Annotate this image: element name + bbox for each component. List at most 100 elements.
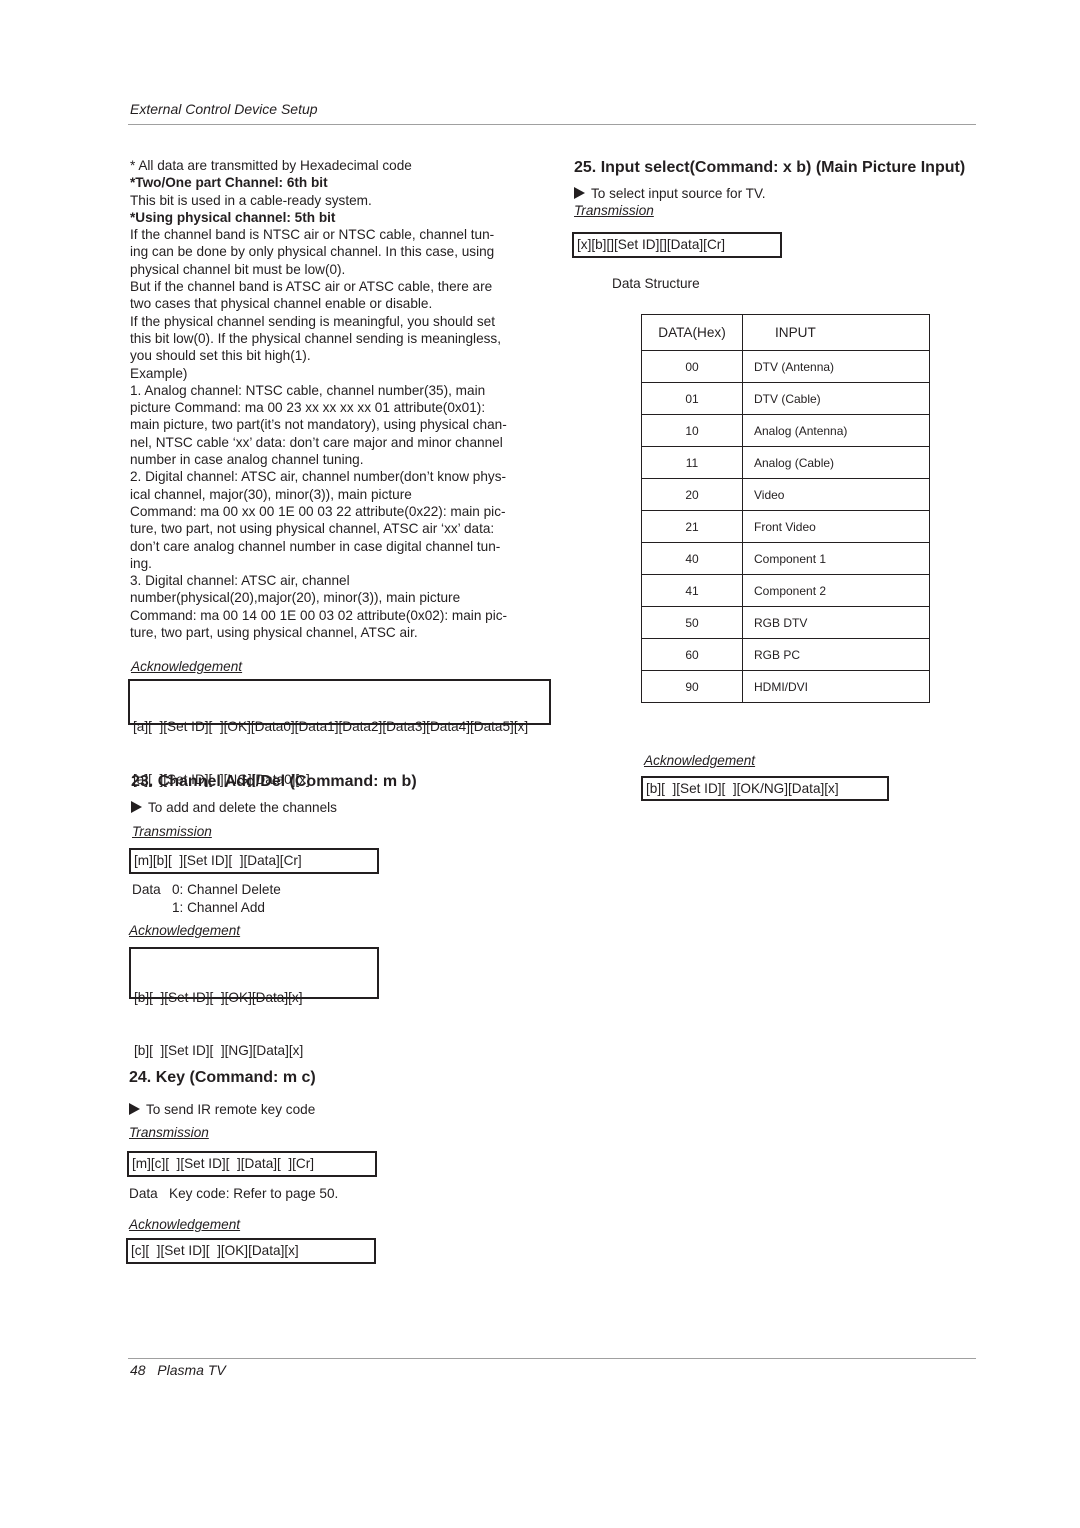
cell-input-name: Component 2 [742, 574, 930, 607]
section-23-ack-label: Acknowledgement [129, 923, 241, 938]
ack-box-intro: [a][ ][Set ID][ ][OK][Data0][Data1][Data… [128, 679, 551, 787]
table-row: 11 Analog (Cable) [641, 446, 930, 479]
section-23-ack-box: [b][ ][Set ID][ ][OK][Data][x] [b][ ][Se… [129, 947, 379, 1058]
intro-line: This bit is used in a cable-ready system… [130, 192, 372, 208]
section-25-transmission-box: [x][b][][Set ID][][Data][Cr] [572, 232, 782, 258]
header-divider [128, 124, 976, 125]
cell-hex-code: 11 [641, 446, 743, 479]
intro-text: * All data are transmitted by Hexadecima… [130, 157, 550, 641]
intro-line: ing. [130, 555, 152, 571]
intro-line: physical channel bit must be low(0). [130, 261, 346, 277]
cell-input-name: Video [742, 478, 930, 511]
intro-line: number(physical(20),major(20), minor(3))… [130, 590, 461, 606]
arrow-right-icon [574, 187, 585, 199]
cell-hex-code: 21 [641, 510, 743, 543]
cell-hex-code: 01 [641, 382, 743, 415]
cell-input-name: RGB PC [742, 638, 930, 671]
cell-input-name: Analog (Cable) [742, 446, 930, 479]
intro-line: don’t care analog channel number in case… [130, 538, 501, 554]
intro-line: * All data are transmitted by Hexadecima… [130, 158, 412, 173]
section-23-data-value-0: 0: Channel Delete [172, 882, 281, 897]
section-25-data-structure-label: Data Structure [612, 276, 700, 291]
page-footer: 48 Plasma TV [130, 1362, 226, 1378]
footer-divider [128, 1358, 976, 1359]
intro-line: two cases that physical channel enable o… [130, 296, 433, 312]
cell-input-name: Component 1 [742, 542, 930, 575]
intro-line: If the physical channel sending is meani… [130, 313, 495, 329]
section-23-transmission-label: Transmission [132, 824, 212, 839]
intro-subheading: *Two/One part Channel: 6th bit [130, 175, 328, 191]
intro-line: you should set this bit high(1). [130, 348, 311, 364]
table-row: 00 DTV (Antenna) [641, 350, 930, 383]
section-23-ack-ok: [b][ ][Set ID][ ][OK][Data][x] [134, 990, 303, 1005]
cell-hex-code: 00 [641, 350, 743, 383]
footer-title: Plasma TV [157, 1362, 226, 1378]
table-row: 50 RGB DTV [641, 606, 930, 639]
ack-label-intro: Acknowledgement [131, 659, 243, 674]
section-24-transmission-label: Transmission [129, 1125, 209, 1140]
section-24-title: 24. Key (Command: m c) [129, 1069, 316, 1086]
section-23-desc: To add and delete the channels [131, 800, 337, 815]
intro-line: ture, two part, not using physical chann… [130, 521, 495, 537]
cell-input-name: Analog (Antenna) [742, 414, 930, 447]
cell-hex-code: 40 [641, 542, 743, 575]
section-23-title: 23. Channel Add/Del (Command: m b) [131, 773, 417, 790]
intro-line: ing can be done by only physical channel… [130, 244, 495, 260]
intro-line: this bit low(0). If the physical channel… [130, 330, 502, 346]
intro-line: ture, two part, using physical channel, … [130, 625, 418, 641]
table-row: 41 Component 2 [641, 574, 930, 607]
intro-line: Example) [130, 365, 188, 381]
section-23-data-value-1: 1: Channel Add [172, 900, 265, 915]
ack-line-ok: [a][ ][Set ID][ ][OK][Data0][Data1][Data… [133, 719, 529, 734]
table-row: 21 Front Video [641, 510, 930, 543]
table-header-row: DATA(Hex) INPUT [641, 314, 930, 351]
column-header-data-hex: DATA(Hex) [641, 314, 743, 351]
cell-input-name: HDMI/DVI [742, 670, 930, 703]
table-row: 10 Analog (Antenna) [641, 414, 930, 447]
cell-hex-code: 20 [641, 478, 743, 511]
section-23-data-label: Data [132, 882, 161, 897]
cell-hex-code: 10 [641, 414, 743, 447]
cell-input-name: RGB DTV [742, 606, 930, 639]
page-number: 48 [130, 1362, 146, 1378]
cell-hex-code: 50 [641, 606, 743, 639]
cell-hex-code: 90 [641, 670, 743, 703]
section-23-ack-ng: [b][ ][Set ID][ ][NG][Data][x] [134, 1042, 304, 1058]
column-header-input: INPUT [742, 314, 930, 351]
cell-input-name: Front Video [742, 510, 930, 543]
intro-subheading: *Using physical channel: 5th bit [130, 209, 336, 225]
input-data-table: DATA(Hex) INPUT 00 DTV (Antenna) 01 DTV (Cabl… [641, 314, 930, 703]
section-25-transmission-label: Transmission [574, 203, 654, 218]
intro-line: 2. Digital channel: ATSC air, channel nu… [130, 469, 507, 485]
intro-line: Command: ma 00 14 00 1E 00 03 02 attribu… [130, 607, 508, 623]
arrow-right-icon [129, 1103, 140, 1115]
section-24-data-line: Data Key code: Refer to page 50. [129, 1186, 339, 1201]
intro-line: 3. Digital channel: ATSC air, channel [130, 573, 350, 589]
section-23-transmission-box: [m][b][ ][Set ID][ ][Data][Cr] [129, 848, 379, 874]
section-23-desc-text: To add and delete the channels [148, 800, 337, 815]
intro-line: main picture, two part(it’s not mandator… [130, 417, 507, 433]
arrow-right-icon [131, 801, 142, 813]
intro-line: nel, NTSC cable ‘xx’ data: don’t care ma… [130, 434, 503, 450]
table-row: 20 Video [641, 478, 930, 511]
intro-line: But if the channel band is ATSC air or A… [130, 279, 493, 295]
section-24-transmission-box: [m][c][ ][Set ID][ ][Data][ ][Cr] [127, 1151, 377, 1177]
cell-hex-code: 41 [641, 574, 743, 607]
section-25-title: 25. Input select(Command: x b) (Main Pic… [574, 159, 966, 176]
section-24-ack-box: [c][ ][Set ID][ ][OK][Data][x] [126, 1238, 376, 1264]
section-25-desc-text: To select input source for TV. [591, 186, 766, 201]
section-25-ack-box: [b][ ][Set ID][ ][OK/NG][Data][x] [641, 776, 889, 801]
table-row: 60 RGB PC [641, 638, 930, 671]
table-row: 40 Component 1 [641, 542, 930, 575]
table-row: 90 HDMI/DVI [641, 670, 930, 703]
cell-input-name: DTV (Antenna) [742, 350, 930, 383]
section-25-ack-label: Acknowledgement [644, 753, 756, 768]
cell-hex-code: 60 [641, 638, 743, 671]
intro-line: number in case analog channel tuning. [130, 452, 364, 468]
cell-input-name: DTV (Cable) [742, 382, 930, 415]
table-row: 01 DTV (Cable) [641, 382, 930, 415]
intro-line: picture Command: ma 00 23 xx xx xx xx 01… [130, 400, 486, 416]
section-25-desc: To select input source for TV. [574, 186, 766, 201]
intro-line: If the channel band is NTSC air or NTSC … [130, 227, 495, 243]
intro-line: Command: ma 00 xx 00 1E 00 03 22 attribu… [130, 503, 506, 519]
